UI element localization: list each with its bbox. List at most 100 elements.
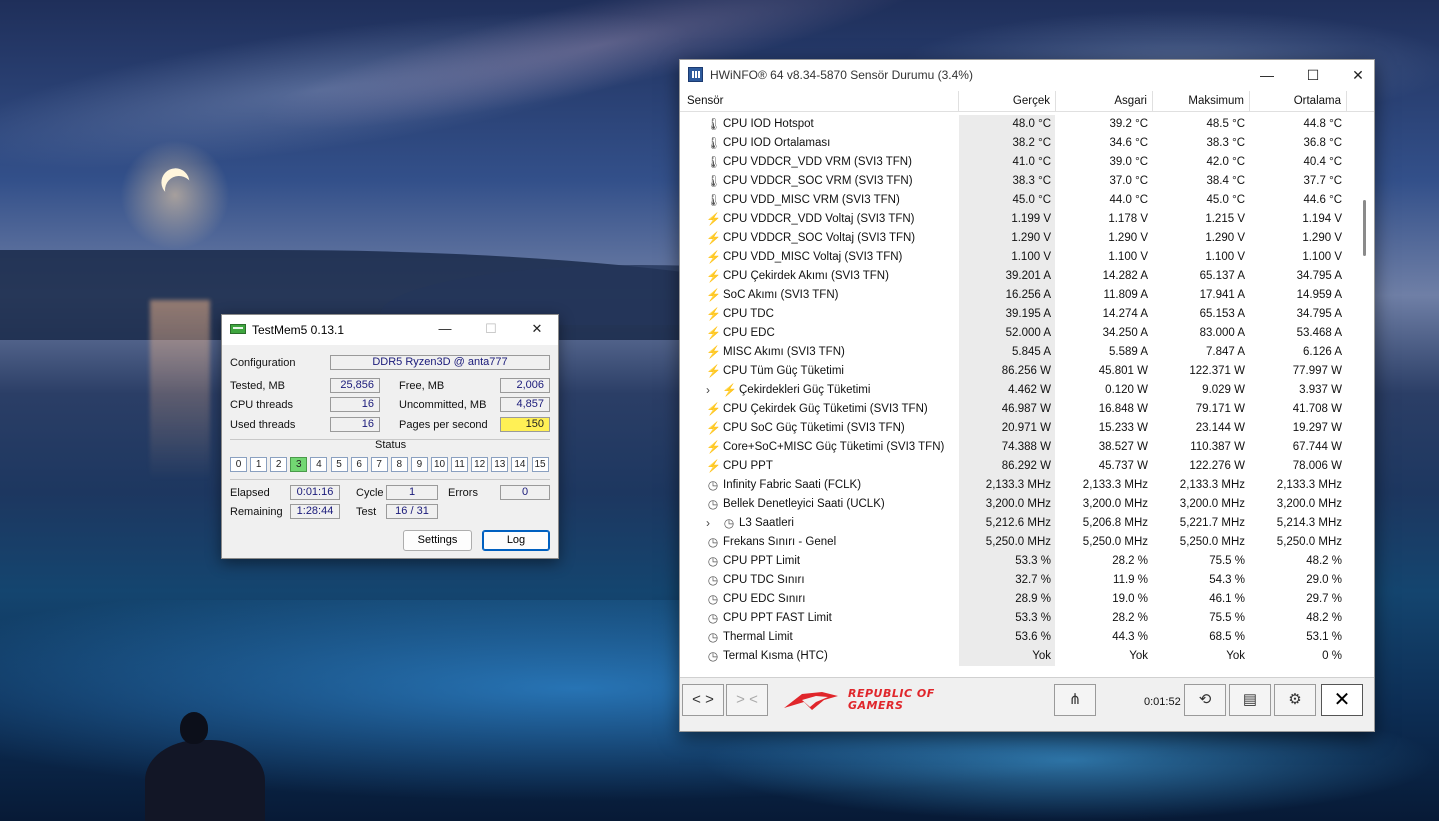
- nav-arrows-button[interactable]: < >: [682, 684, 724, 716]
- column-header-average[interactable]: Ortalama: [1250, 91, 1347, 112]
- sensor-minimum-value: 5,250.0 MHz: [1082, 536, 1148, 548]
- status-cell-8: 8: [390, 457, 408, 472]
- sensor-minimum-value: 14.274 A: [1102, 308, 1148, 320]
- status-cell-10: 10: [431, 457, 448, 472]
- elapsed-label: Elapsed: [230, 487, 270, 499]
- testmem-title-bar[interactable]: TestMem5 0.13.1 — ☐ ✕: [222, 315, 558, 345]
- hwinfo-window[interactable]: HWiNFO® 64 v8.34-5870 Sensör Durumu (3.4…: [679, 59, 1375, 732]
- sensor-row[interactable]: ◷ CPU PPT Limit 53.3 % 28.2 % 75.5 % 48.2 %: [680, 552, 1360, 571]
- hwinfo-title-bar[interactable]: HWiNFO® 64 v8.34-5870 Sensör Durumu (3.4…: [680, 60, 1374, 90]
- sensor-row[interactable]: ◷ Frekans Sınırı - Genel 5,250.0 MHz 5,250.…: [680, 533, 1360, 552]
- sensor-current-value: 28.9 %: [959, 590, 1055, 609]
- clock-icon: ◷: [707, 478, 719, 492]
- sensor-row[interactable]: 🌡 CPU IOD Hotspot 48.0 °C 39.2 °C 48.5 °C 44.…: [680, 115, 1360, 134]
- reset-clock-icon[interactable]: ⟲: [1184, 684, 1226, 716]
- sensor-row[interactable]: ◷ CPU PPT FAST Limit 53.3 % 28.2 % 75.5 % 48.…: [680, 609, 1360, 628]
- sensor-row[interactable]: ⚡ MISC Akımı (SVI3 TFN) 5.845 A 5.589 A 7.84…: [680, 343, 1360, 362]
- sensor-row[interactable]: ◷ Infinity Fabric Saati (FCLK) 2,133.3 MHz…: [680, 476, 1360, 495]
- sensor-row[interactable]: › ⚡ Çekirdekleri Güç Tüketimi 4.462 W 0.120 …: [680, 381, 1360, 400]
- sensor-average-value: 41.708 W: [1292, 403, 1342, 415]
- sensor-row[interactable]: ⚡ CPU TDC 39.195 A 14.274 A 65.153 A 34.795 A: [680, 305, 1360, 324]
- sensor-maximum-value: 83.000 A: [1199, 327, 1245, 339]
- sensor-current-value: 86.256 W: [959, 362, 1055, 381]
- sensor-maximum-value: 38.4 °C: [1206, 175, 1245, 187]
- sensor-row[interactable]: ◷ Thermal Limit 53.6 % 44.3 % 68.5 % 53.1 %: [680, 628, 1360, 647]
- sensor-maximum-value: Yok: [1226, 650, 1245, 662]
- sensor-row[interactable]: 🌡 CPU VDDCR_VDD VRM (SVI3 TFN) 41.0 °C 39.0…: [680, 153, 1360, 172]
- silhouette-head: [180, 712, 208, 744]
- sensor-name: CPU VDD_MISC VRM (SVI3 TFN): [723, 194, 900, 206]
- collapse-button[interactable]: > <: [726, 684, 768, 716]
- sensor-row[interactable]: ⚡ Core+SoC+MISC Güç Tüketimi (SVI3 TFN) 74…: [680, 438, 1360, 457]
- sensor-row[interactable]: › ◷ L3 Saatleri 5,212.6 MHz 5,206.8 MHz 5,221…: [680, 514, 1360, 533]
- scrollbar-thumb[interactable]: [1363, 200, 1366, 256]
- sensor-row[interactable]: ◷ Termal Kısma (HTC) Yok Yok Yok 0 %: [680, 647, 1360, 666]
- sensor-maximum-value: 54.3 %: [1209, 574, 1245, 586]
- sensor-minimum-value: 16.848 W: [1098, 403, 1148, 415]
- sensor-maximum-value: 38.3 °C: [1206, 137, 1245, 149]
- sensor-average-value: 29.0 %: [1306, 574, 1342, 586]
- sensor-minimum-value: 0.120 W: [1105, 384, 1148, 396]
- sensor-row[interactable]: ⚡ CPU SoC Güç Tüketimi (SVI3 TFN) 20.971 W…: [680, 419, 1360, 438]
- sensor-row[interactable]: 🌡 CPU IOD Ortalaması 38.2 °C 34.6 °C 38.3 °C…: [680, 134, 1360, 153]
- sensor-row[interactable]: ⚡ CPU Çekirdek Akımı (SVI3 TFN) 39.201 A 14…: [680, 267, 1360, 286]
- sensor-row[interactable]: ◷ Bellek Denetleyici Saati (UCLK) 3,200.0 …: [680, 495, 1360, 514]
- column-header-sensor[interactable]: Sensör: [680, 91, 959, 112]
- column-header-minimum[interactable]: Asgari: [1056, 91, 1153, 112]
- sensor-name: CPU PPT Limit: [723, 555, 801, 567]
- testmem-window[interactable]: TestMem5 0.13.1 — ☐ ✕ Configuration DDR5…: [221, 314, 559, 559]
- wallpaper-moon-reflection: [150, 300, 210, 480]
- bolt-icon: ⚡: [706, 250, 721, 264]
- sensor-row[interactable]: ⚡ CPU Tüm Güç Tüketimi 86.256 W 45.801 W 122…: [680, 362, 1360, 381]
- sensor-row[interactable]: ⚡ CPU VDDCR_VDD Voltaj (SVI3 TFN) 1.199 V 1…: [680, 210, 1360, 229]
- sensor-name: Termal Kısma (HTC): [723, 650, 828, 662]
- status-cell-6: 6: [350, 457, 368, 472]
- close-sensors-button[interactable]: ✕: [1321, 684, 1363, 716]
- sensor-name: Thermal Limit: [723, 631, 793, 643]
- log-button[interactable]: Log: [482, 530, 550, 551]
- thermometer-icon: 🌡: [706, 174, 722, 188]
- sensor-minimum-value: 1.178 V: [1108, 213, 1148, 225]
- sensor-name: CPU EDC Sınırı: [723, 593, 806, 605]
- maximize-button[interactable]: ☐: [1299, 64, 1327, 86]
- column-header-current[interactable]: Gerçek: [959, 91, 1056, 112]
- uncommitted-label: Uncommitted, MB: [399, 399, 487, 411]
- minimize-button[interactable]: —: [1253, 64, 1281, 86]
- settings-button[interactable]: Settings: [403, 530, 472, 551]
- sensor-row[interactable]: ◷ CPU EDC Sınırı 28.9 % 19.0 % 46.1 % 29.7 %: [680, 590, 1360, 609]
- share-network-icon[interactable]: ⋔: [1054, 684, 1096, 716]
- close-button[interactable]: ✕: [1344, 64, 1372, 86]
- sensor-row[interactable]: ⚡ CPU EDC 52.000 A 34.250 A 83.000 A 53.468 A: [680, 324, 1360, 343]
- sensor-name: CPU TDC Sınırı: [723, 574, 805, 586]
- sensor-average-value: 34.795 A: [1296, 270, 1342, 282]
- sensor-minimum-value: 39.0 °C: [1109, 156, 1148, 168]
- settings-gear-icon[interactable]: ⚙: [1274, 684, 1316, 716]
- sensor-row[interactable]: ⚡ CPU Çekirdek Güç Tüketimi (SVI3 TFN) 46.…: [680, 400, 1360, 419]
- silhouette-body: [145, 740, 265, 821]
- column-header-maximum[interactable]: Maksimum: [1153, 91, 1250, 112]
- sensor-current-value: 1.199 V: [959, 210, 1055, 229]
- sensor-row[interactable]: ◷ CPU TDC Sınırı 32.7 % 11.9 % 54.3 % 29.0 %: [680, 571, 1360, 590]
- tested-label: Tested, MB: [230, 380, 286, 392]
- sensor-table-body[interactable]: 🌡 CPU IOD Hotspot 48.0 °C 39.2 °C 48.5 °C 44.…: [680, 115, 1360, 676]
- sensor-row[interactable]: ⚡ CPU VDD_MISC Voltaj (SVI3 TFN) 1.100 V 1.…: [680, 248, 1360, 267]
- rog-eye-icon: [784, 692, 838, 710]
- sensor-row[interactable]: 🌡 CPU VDD_MISC VRM (SVI3 TFN) 45.0 °C 44.0 …: [680, 191, 1360, 210]
- expand-chevron-icon[interactable]: ›: [706, 381, 718, 400]
- sensor-row[interactable]: 🌡 CPU VDDCR_SOC VRM (SVI3 TFN) 38.3 °C 37.0…: [680, 172, 1360, 191]
- minimize-button[interactable]: —: [434, 319, 456, 339]
- sensor-row[interactable]: ⚡ SoC Akımı (SVI3 TFN) 16.256 A 11.809 A 17.…: [680, 286, 1360, 305]
- close-button[interactable]: ✕: [526, 319, 548, 339]
- thermometer-icon: 🌡: [706, 136, 722, 150]
- sensor-row[interactable]: ⚡ CPU PPT 86.292 W 45.737 W 122.276 W 78.006 …: [680, 457, 1360, 476]
- sensor-row[interactable]: ⚡ CPU VDDCR_SOC Voltaj (SVI3 TFN) 1.290 V 1…: [680, 229, 1360, 248]
- sensor-current-value: 2,133.3 MHz: [959, 476, 1055, 495]
- sensor-maximum-value: 3,200.0 MHz: [1179, 498, 1245, 510]
- thermometer-icon: 🌡: [706, 155, 722, 169]
- expand-chevron-icon[interactable]: ›: [706, 514, 718, 533]
- status-cell-14: 14: [511, 457, 529, 472]
- sensor-name: MISC Akımı (SVI3 TFN): [723, 346, 845, 358]
- sensor-minimum-value: 19.0 %: [1112, 593, 1148, 605]
- sensor-table-header: Sensör Gerçek Asgari Maksimum Ortalama: [680, 91, 1374, 112]
- report-icon[interactable]: ▤: [1229, 684, 1271, 716]
